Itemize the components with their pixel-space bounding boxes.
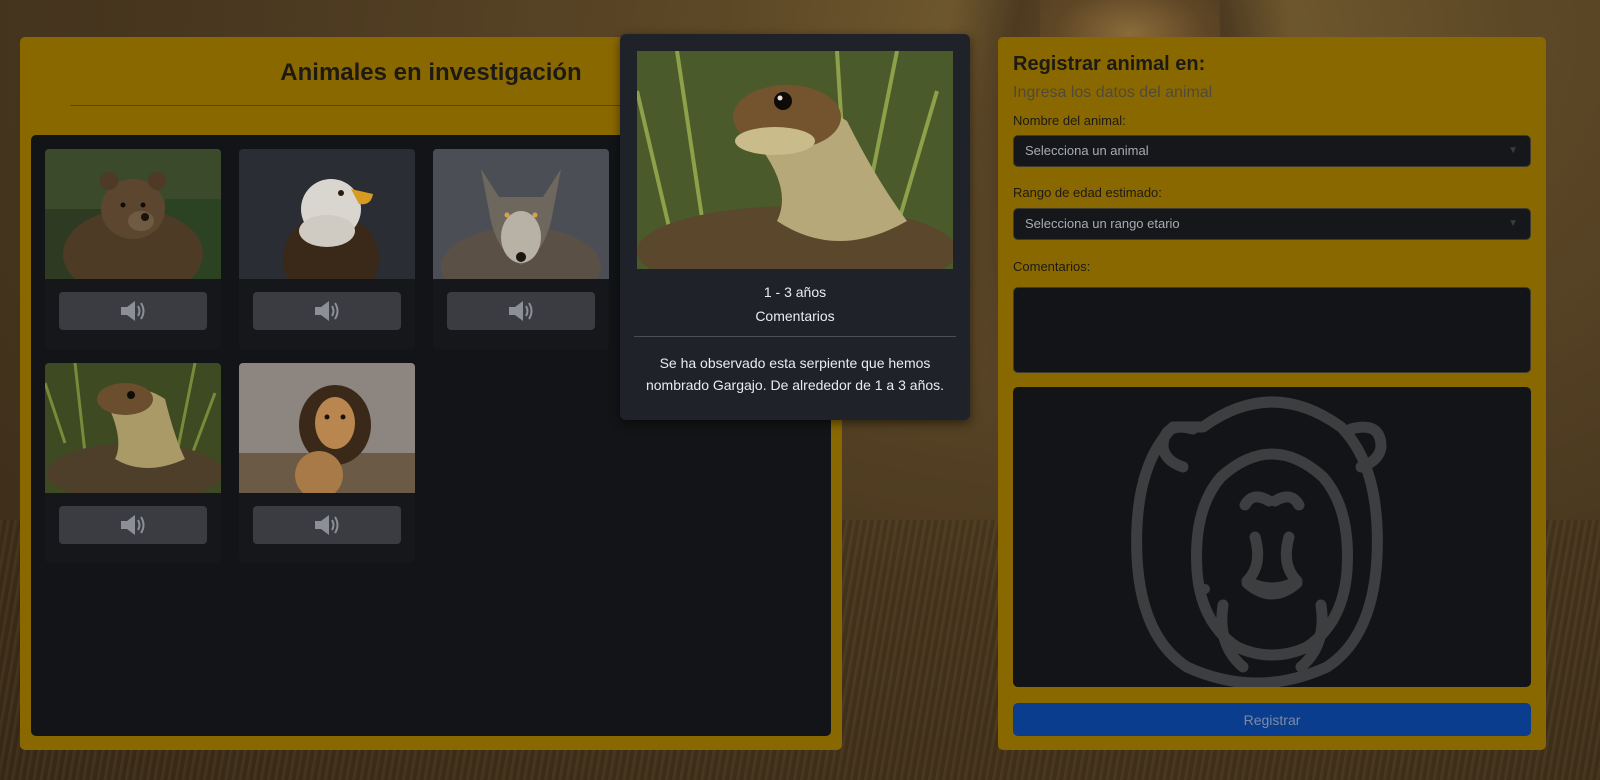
speaker-icon [121, 301, 145, 321]
animal-detail-popover: 1 - 3 años Comentarios Se ha observado e… [620, 34, 970, 420]
animal-name-label: Nombre del animal: [1013, 113, 1126, 128]
snake-detail-image [637, 51, 953, 269]
detail-age: 1 - 3 años [763, 284, 827, 300]
animal-card-wolf [433, 149, 609, 349]
comments-label: Comentarios: [1013, 259, 1091, 274]
form-title: Registrar animal en: [1013, 53, 1206, 75]
divider [634, 336, 956, 337]
chevron-down-icon: ▼ [1508, 218, 1518, 229]
register-button[interactable]: Registrar [1013, 703, 1531, 736]
lion-outline-icon [1131, 396, 1387, 689]
age-range-select[interactable]: Selecciona un rango etario ▼ [1013, 208, 1531, 240]
detail-comments-label: Comentarios [755, 308, 835, 324]
form-subtitle: Ingresa los datos del animal [1013, 84, 1213, 101]
animal-card-bear [45, 149, 221, 349]
snake-image[interactable] [45, 363, 221, 493]
animal-name-select-value: Selecciona un animal [1025, 143, 1149, 158]
age-range-select-value: Selecciona un rango etario [1025, 216, 1180, 231]
speaker-icon [121, 515, 145, 535]
animal-card-eagle [239, 149, 415, 349]
play-sound-button-wolf[interactable] [447, 292, 595, 330]
play-sound-button-bear[interactable] [59, 292, 207, 330]
speaker-icon [509, 301, 533, 321]
bear-image[interactable] [45, 149, 221, 279]
detail-comment-text: Se ha observado esta serpiente que hemos… [645, 355, 945, 393]
wolf-image[interactable] [433, 149, 609, 279]
animal-card-lion [239, 363, 415, 563]
play-sound-button-lion[interactable] [253, 506, 401, 544]
play-sound-button-eagle[interactable] [253, 292, 401, 330]
play-sound-button-snake[interactable] [59, 506, 207, 544]
animal-card-snake [45, 363, 221, 563]
speaker-icon [315, 515, 339, 535]
lion-image[interactable] [239, 363, 415, 493]
animal-preview [1013, 387, 1531, 689]
eagle-image[interactable] [239, 149, 415, 279]
speaker-icon [315, 301, 339, 321]
comments-textarea[interactable] [1013, 287, 1531, 373]
register-panel: Registrar animal en: Ingresa los datos d… [998, 37, 1546, 750]
chevron-down-icon: ▼ [1508, 145, 1518, 156]
age-range-label: Rango de edad estimado: [1013, 185, 1162, 200]
animal-name-select[interactable]: Selecciona un animal ▼ [1013, 135, 1531, 167]
